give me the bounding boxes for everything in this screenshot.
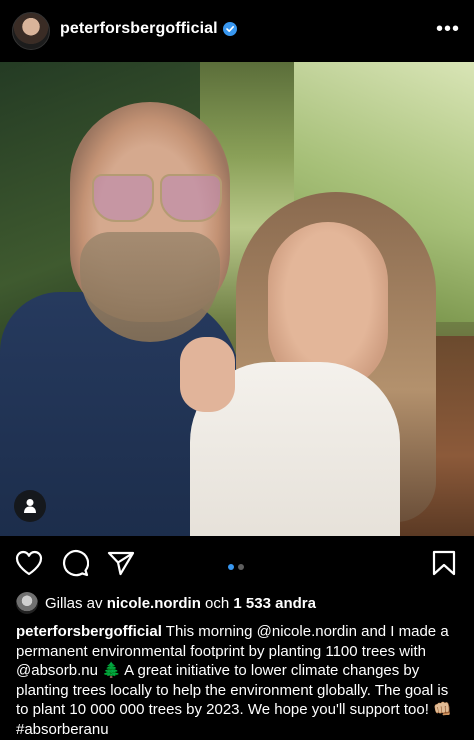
sunglasses-right-lens [160,174,222,222]
post-header: peterforsbergofficial ••• [0,0,474,62]
caption-username[interactable]: peterforsbergofficial [16,623,162,640]
more-options-icon[interactable]: ••• [436,18,460,41]
profile-avatar[interactable] [12,12,50,50]
post-username[interactable]: peterforsbergofficial [60,20,218,38]
carousel-indicator [226,557,246,575]
caption-text: This morning @nicole.nordin and I made a… [16,623,452,738]
liker-avatar [16,592,38,614]
post-actions-bar [0,536,474,590]
carousel-dot-active [228,564,234,570]
send-icon[interactable] [106,549,136,582]
likes-prefix: Gillas av [45,595,103,612]
post-caption: peterforsbergofficial This morning @nico… [16,622,460,739]
liker-username[interactable]: nicole.nordin [107,595,201,612]
likes-count[interactable]: 1 533 andra [233,595,316,612]
person-tag-icon[interactable] [14,490,46,522]
post-photo[interactable] [0,62,474,536]
woman-hands [180,337,235,412]
likes-conjunction: och [205,595,230,612]
comment-icon[interactable] [61,549,90,582]
sunglasses-left-lens [92,174,154,222]
verified-badge-icon [223,22,237,36]
heart-icon[interactable] [14,549,44,582]
carousel-dot [238,564,244,570]
bookmark-icon[interactable] [431,549,457,582]
